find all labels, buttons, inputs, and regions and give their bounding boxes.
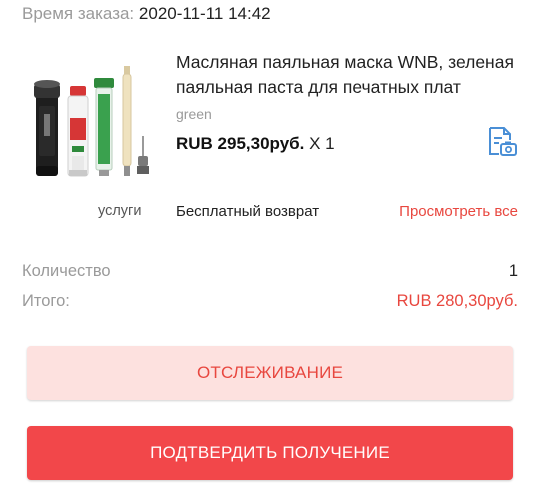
- order-time: Время заказа: 2020-11-11 14:42: [22, 4, 271, 24]
- total-label: Итого:: [22, 292, 70, 310]
- services-label: услуги: [98, 203, 142, 219]
- total-value: RUB 280,30руб.: [396, 292, 518, 310]
- syringe-image: [94, 78, 114, 176]
- paste-tube-image: [67, 86, 89, 177]
- services-value: Бесплатный возврат: [176, 203, 320, 220]
- product-variant: green: [176, 106, 212, 122]
- confirm-receipt-button[interactable]: ПОДТВЕРДИТЬ ПОЛУЧЕНИЕ: [27, 426, 513, 480]
- order-time-value: 2020-11-11 14:42: [138, 4, 271, 23]
- document-camera-icon: [489, 127, 517, 156]
- quantity-label: Количество: [22, 262, 111, 280]
- snapshot-button[interactable]: [484, 124, 518, 158]
- flashlight-image: [34, 80, 60, 176]
- product-price: RUB 295,30руб.: [176, 134, 305, 153]
- product-quantity: X 1: [309, 134, 335, 153]
- product-thumbnail[interactable]: [22, 48, 160, 192]
- order-time-label: Время заказа:: [22, 4, 135, 23]
- brush-image: [122, 66, 132, 176]
- product-title[interactable]: Масляная паяльная маска WNB, зеленая пая…: [176, 50, 516, 100]
- services-view-all-link[interactable]: Просмотреть все: [399, 203, 518, 220]
- needle-tip-image: [137, 136, 149, 174]
- product-price-line: RUB 295,30руб. X 1: [176, 134, 335, 154]
- track-button[interactable]: ОТСЛЕЖИВАНИЕ: [27, 346, 513, 400]
- quantity-value: 1: [508, 262, 518, 280]
